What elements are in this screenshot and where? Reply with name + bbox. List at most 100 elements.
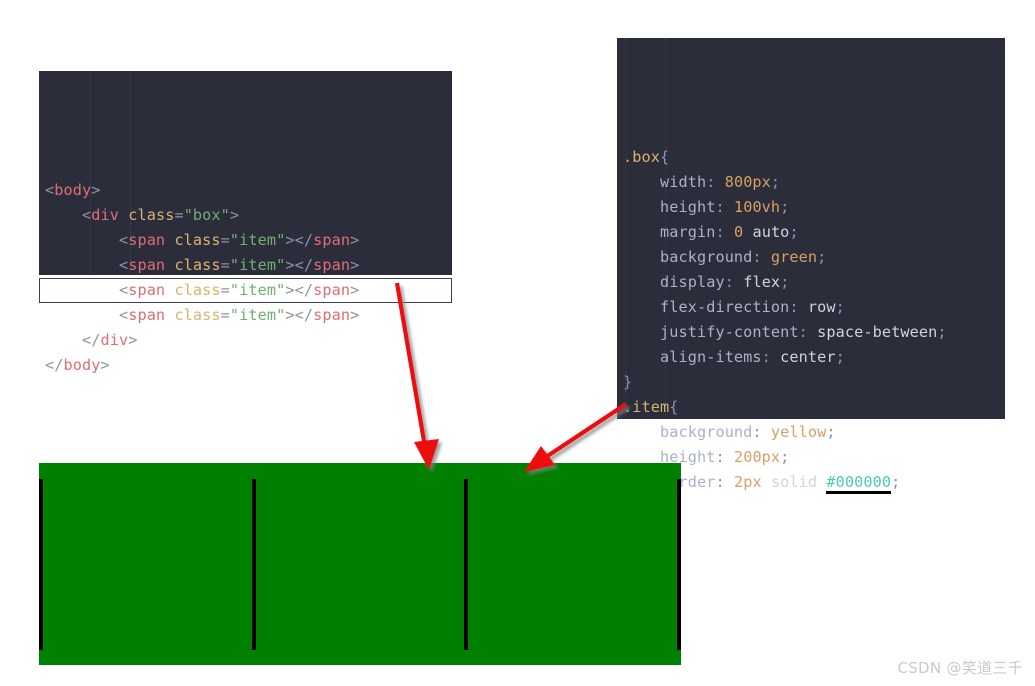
code-token: margin <box>659 223 716 241</box>
code-token: "item" <box>229 281 286 299</box>
code-token: < <box>118 231 129 249</box>
code-token: "item" <box>229 256 286 274</box>
code-token: > <box>350 281 360 299</box>
code-token: : <box>789 298 808 316</box>
code-token: </ <box>81 331 101 349</box>
flex-item <box>464 478 469 650</box>
code-token: div <box>100 331 129 349</box>
code-token: < <box>81 206 92 224</box>
code-token: { <box>659 148 670 166</box>
code-token: < <box>45 181 55 199</box>
flex-item <box>39 478 43 650</box>
code-token: < <box>118 281 129 299</box>
code-line[interactable]: </div> <box>39 328 452 353</box>
code-token: display <box>659 273 725 291</box>
code-token: : <box>706 173 725 191</box>
code-token: ; <box>937 323 947 341</box>
code-token: "box" <box>183 206 230 224</box>
code-token: span <box>313 231 351 249</box>
code-token: ></ <box>285 231 314 249</box>
code-line[interactable]: </body> <box>39 353 452 378</box>
code-token: : <box>798 323 818 341</box>
html-code-panel[interactable]: <body> <div class="box"> <span class="it… <box>39 71 452 374</box>
code-line[interactable]: display: flex; <box>617 270 1005 295</box>
code-line[interactable]: <span class="item"></span> <box>39 303 452 328</box>
code-token: yellow <box>770 423 827 441</box>
code-token: : <box>752 423 771 441</box>
code-token: ; <box>770 173 781 191</box>
css-code-panel[interactable]: .box{ width: 800px; height: 100vh; margi… <box>617 38 1005 516</box>
code-token: span <box>313 281 351 299</box>
code-token: ; <box>835 298 845 316</box>
code-token: : <box>715 473 734 491</box>
code-token: ; <box>817 248 827 266</box>
flex-item <box>251 478 256 650</box>
rendered-flex-container <box>39 463 681 665</box>
code-token: ; <box>789 223 799 241</box>
code-line[interactable]: flex-direction: row; <box>617 295 1005 320</box>
code-token: solid <box>770 473 818 491</box>
code-token: </ <box>45 356 64 374</box>
code-token: : <box>715 198 734 216</box>
code-line[interactable]: width: 800px; <box>617 170 1005 195</box>
code-token: 100vh <box>733 198 781 216</box>
code-line[interactable]: .box{ <box>617 145 1005 170</box>
code-token: > <box>100 356 110 374</box>
code-token: < <box>118 306 129 324</box>
arrow-css-to-preview <box>524 402 628 472</box>
code-token: > <box>91 181 101 199</box>
code-token: : <box>761 348 781 366</box>
code-token: flex-direction <box>659 298 790 316</box>
code-token: background <box>659 248 753 266</box>
code-token: span <box>128 306 166 324</box>
code-token: : <box>715 223 734 241</box>
code-line[interactable]: justify-content: space-between; <box>617 320 1005 345</box>
code-line[interactable]: <span class="item"></span> <box>39 278 452 303</box>
flex-item <box>676 478 681 650</box>
code-token: : <box>752 248 771 266</box>
code-token: span <box>313 256 351 274</box>
code-token: body <box>54 181 92 199</box>
code-line[interactable]: background: yellow; <box>617 420 1005 445</box>
code-token: span <box>128 281 166 299</box>
code-token: span <box>128 256 166 274</box>
code-token: = <box>220 231 230 249</box>
code-line[interactable]: background: green; <box>617 245 1005 270</box>
code-token: { <box>669 398 679 416</box>
code-token: #000000 <box>826 473 892 494</box>
code-token: class <box>174 306 221 324</box>
code-token: < <box>118 256 129 274</box>
csdn-watermark: CSDN @笑道三千 <box>897 659 1023 677</box>
code-token: ></ <box>285 256 314 274</box>
code-token: = <box>220 256 230 274</box>
code-token: align-items <box>659 348 762 366</box>
code-token: row <box>807 298 836 316</box>
code-token: : <box>724 273 744 291</box>
html-code-lines: <body> <div class="box"> <span class="it… <box>39 178 452 378</box>
code-token: span <box>128 231 166 249</box>
code-token: > <box>128 331 138 349</box>
code-line[interactable]: <span class="item"></span> <box>39 253 452 278</box>
code-token: = <box>174 206 184 224</box>
code-token: = <box>220 281 230 299</box>
code-token: ; <box>780 198 790 216</box>
code-token: : <box>715 448 734 466</box>
code-token: ; <box>780 448 790 466</box>
code-line[interactable]: margin: 0 auto; <box>617 220 1005 245</box>
code-token: class <box>174 231 221 249</box>
code-token: ; <box>835 348 845 366</box>
code-token: ; <box>826 423 836 441</box>
code-line[interactable]: <body> <box>39 178 452 203</box>
code-token: background <box>659 423 753 441</box>
code-line[interactable]: <span class="item"></span> <box>39 228 452 253</box>
code-token: div <box>91 206 119 224</box>
code-line[interactable]: align-items: center; <box>617 345 1005 370</box>
code-token: span <box>313 306 351 324</box>
code-token: > <box>350 256 360 274</box>
code-line[interactable]: height: 100vh; <box>617 195 1005 220</box>
code-line[interactable]: <div class="box"> <box>39 203 452 228</box>
code-line[interactable]: } <box>617 370 1005 395</box>
code-line[interactable]: .item{ <box>617 395 1005 420</box>
